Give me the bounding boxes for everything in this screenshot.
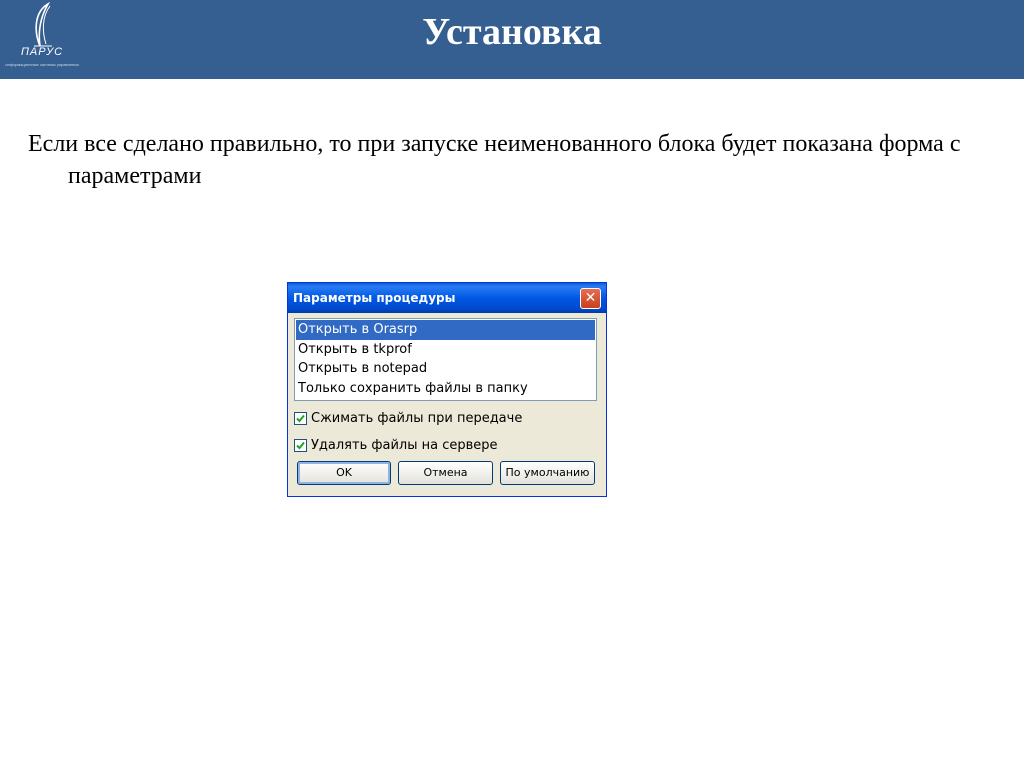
compress-label: Сжимать файлы при передаче — [311, 410, 523, 426]
delete-checkbox[interactable] — [294, 438, 307, 452]
open-mode-listbox[interactable]: Открыть в Orasrp Открыть в tkprof Открыт… — [294, 318, 597, 401]
list-item-tkprof[interactable]: Открыть в tkprof — [296, 340, 595, 360]
close-icon: ✕ — [584, 290, 597, 306]
compress-checkbox[interactable] — [294, 411, 307, 425]
close-button[interactable]: ✕ — [580, 288, 601, 309]
list-item-notepad[interactable]: Открыть в notepad — [296, 359, 595, 379]
checkmark-icon — [296, 414, 305, 422]
dialog-title: Параметры процедуры — [293, 291, 456, 305]
body-paragraph: Если все сделано правильно, то при запус… — [28, 131, 961, 189]
delete-option[interactable]: Удалять файлы на сервере — [294, 435, 498, 455]
delete-label: Удалять файлы на сервере — [311, 437, 498, 453]
slide-header: ПАРУС информационные системы управления … — [0, 0, 1024, 79]
list-item-save-only[interactable]: Только сохранить файлы в папку — [296, 379, 595, 399]
procedure-params-dialog: Параметры процедуры ✕ Открыть в Orasrp О… — [287, 282, 607, 497]
compress-option[interactable]: Сжимать файлы при передаче — [294, 408, 522, 428]
ok-button[interactable]: OK — [297, 461, 391, 485]
slide-title: Установка — [422, 11, 602, 53]
logo-tagline: информационные системы управления — [5, 62, 79, 67]
defaults-button[interactable]: По умолчанию — [500, 461, 595, 485]
list-item-orasrp[interactable]: Открыть в Orasrp — [296, 320, 595, 340]
cancel-button[interactable]: Отмена — [398, 461, 493, 485]
checkmark-icon — [296, 441, 305, 449]
dialog-titlebar[interactable]: Параметры процедуры ✕ — [288, 283, 606, 313]
